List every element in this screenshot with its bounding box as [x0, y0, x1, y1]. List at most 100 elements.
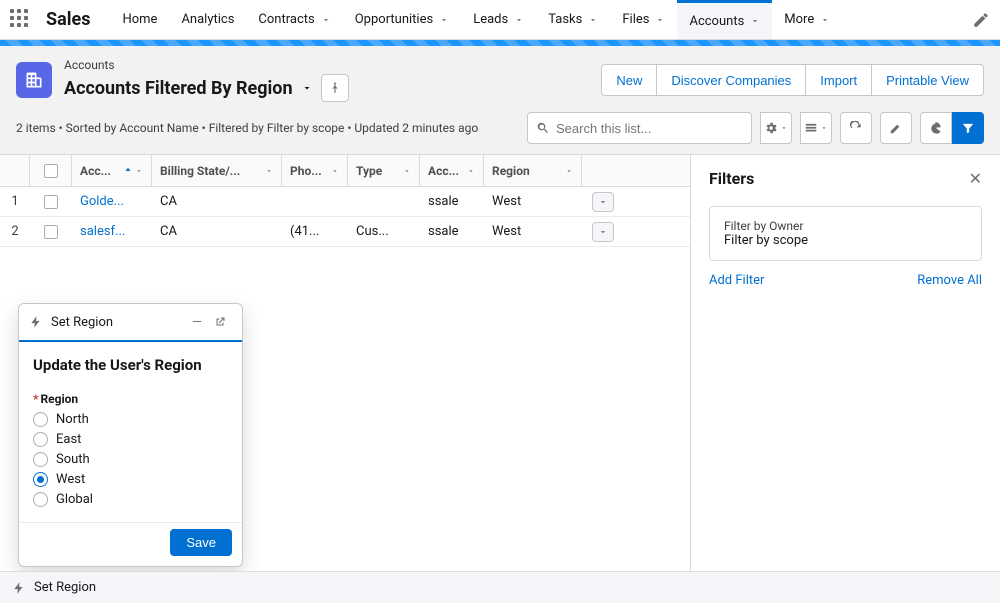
radio-label: South: [56, 452, 90, 467]
row-checkbox[interactable]: [44, 225, 58, 239]
search-box[interactable]: [527, 112, 752, 144]
close-icon[interactable]: ✕: [969, 169, 982, 188]
inline-edit-button[interactable]: [880, 112, 912, 144]
region-option-east[interactable]: East: [33, 432, 228, 447]
chevron-down-icon: [820, 15, 830, 25]
radio-label: East: [56, 432, 81, 447]
cell-accsite: ssale: [420, 224, 484, 239]
radio-label: North: [56, 412, 89, 427]
refresh-button[interactable]: [840, 112, 872, 144]
region-option-south[interactable]: South: [33, 452, 228, 467]
nav-item-label: Leads: [473, 12, 508, 27]
row-menu-button[interactable]: [592, 192, 614, 212]
radio-icon: [33, 492, 48, 507]
region-option-west[interactable]: West: [33, 472, 228, 487]
account-link[interactable]: salesf...: [80, 224, 125, 239]
printable-view-button[interactable]: Printable View: [872, 64, 984, 96]
radio-icon: [33, 472, 48, 487]
radio-label: West: [56, 472, 85, 487]
cell-region: West: [484, 194, 582, 209]
list-view-switcher-icon[interactable]: [301, 82, 313, 94]
display-as-button[interactable]: [800, 112, 832, 144]
discover-companies-button[interactable]: Discover Companies: [657, 64, 806, 96]
cell-region: West: [484, 224, 582, 239]
chart-button[interactable]: [920, 112, 952, 144]
select-all-checkbox[interactable]: [44, 164, 58, 178]
cell-phone: (41...: [282, 224, 348, 239]
nav-item-home[interactable]: Home: [110, 0, 169, 39]
filter-button[interactable]: [952, 112, 984, 144]
cell-state: CA: [152, 194, 282, 209]
filter-owner-card[interactable]: Filter by Owner Filter by scope: [709, 206, 982, 261]
nav-item-opportunities[interactable]: Opportunities: [343, 0, 461, 39]
app-name: Sales: [46, 9, 90, 30]
pin-button[interactable]: [321, 74, 349, 102]
col-header-region[interactable]: Region: [492, 164, 530, 178]
new-button[interactable]: New: [601, 64, 657, 96]
cell-state: CA: [152, 224, 282, 239]
nav-item-leads[interactable]: Leads: [461, 0, 536, 39]
col-header-name[interactable]: Acc...: [80, 164, 111, 178]
search-input[interactable]: [556, 121, 743, 136]
list-view-title: Accounts Filtered By Region: [64, 78, 293, 99]
cell-accsite: ssale: [420, 194, 484, 209]
list-meta-text: 2 items • Sorted by Account Name • Filte…: [16, 121, 478, 135]
app-launcher[interactable]: [10, 9, 32, 31]
chevron-down-icon: [514, 15, 524, 25]
row-number: 2: [0, 224, 30, 239]
region-option-global[interactable]: Global: [33, 492, 228, 507]
col-header-accsite[interactable]: Acc...: [428, 164, 459, 178]
nav-item-label: Contracts: [258, 12, 314, 27]
set-region-modal: Set Region — Update the User's Region *R…: [18, 303, 243, 567]
account-link[interactable]: Golde...: [80, 194, 124, 209]
search-icon: [536, 121, 550, 135]
row-checkbox[interactable]: [44, 195, 58, 209]
nav-item-contracts[interactable]: Contracts: [246, 0, 342, 39]
radio-icon: [33, 412, 48, 427]
filter-owner-label: Filter by Owner: [724, 219, 967, 233]
modal-title: Update the User's Region: [33, 356, 228, 374]
col-header-phone[interactable]: Pho...: [290, 164, 322, 178]
nav-item-label: Tasks: [548, 12, 582, 27]
modal-header: Set Region: [51, 315, 180, 330]
nav-item-label: Opportunities: [355, 12, 433, 27]
nav-item-files[interactable]: Files: [610, 0, 677, 39]
nav-item-label: Home: [122, 12, 157, 27]
chevron-down-icon: [750, 16, 760, 26]
col-header-state[interactable]: Billing State/...: [160, 164, 240, 178]
col-header-type[interactable]: Type: [356, 164, 382, 178]
chevron-down-icon: [588, 15, 598, 25]
nav-item-label: Accounts: [689, 14, 744, 29]
object-label: Accounts: [64, 58, 349, 72]
nav-item-tasks[interactable]: Tasks: [536, 0, 610, 39]
utility-bar-item[interactable]: Set Region: [0, 571, 1000, 603]
filter-owner-value: Filter by scope: [724, 233, 967, 248]
table-row: 2 salesf... CA(41...Cus...ssaleWest: [0, 217, 690, 247]
radio-label: Global: [56, 492, 93, 507]
pencil-icon[interactable]: [972, 11, 990, 29]
nav-item-label: Analytics: [181, 12, 234, 27]
utility-bar-label: Set Region: [34, 580, 96, 595]
region-field-label: Region: [40, 392, 78, 406]
row-menu-button[interactable]: [592, 222, 614, 242]
add-filter-link[interactable]: Add Filter: [709, 273, 764, 288]
remove-all-link[interactable]: Remove All: [917, 273, 982, 288]
radio-icon: [33, 452, 48, 467]
filters-title: Filters: [709, 169, 754, 188]
nav-item-more[interactable]: More: [772, 0, 842, 39]
list-settings-button[interactable]: [760, 112, 792, 144]
import-button[interactable]: Import: [806, 64, 872, 96]
minimize-icon[interactable]: —: [188, 315, 206, 330]
chevron-down-icon: [655, 15, 665, 25]
popout-icon[interactable]: [214, 316, 232, 328]
cell-type: Cus...: [348, 224, 420, 239]
nav-item-accounts[interactable]: Accounts: [677, 0, 772, 39]
radio-icon: [33, 432, 48, 447]
table-row: 1Golde...CAssaleWest: [0, 187, 690, 217]
region-option-north[interactable]: North: [33, 412, 228, 427]
account-icon: [16, 62, 52, 98]
nav-item-analytics[interactable]: Analytics: [169, 0, 246, 39]
sort-arrow-icon: [123, 166, 143, 176]
bolt-icon: [12, 581, 26, 595]
save-button[interactable]: Save: [170, 529, 232, 556]
